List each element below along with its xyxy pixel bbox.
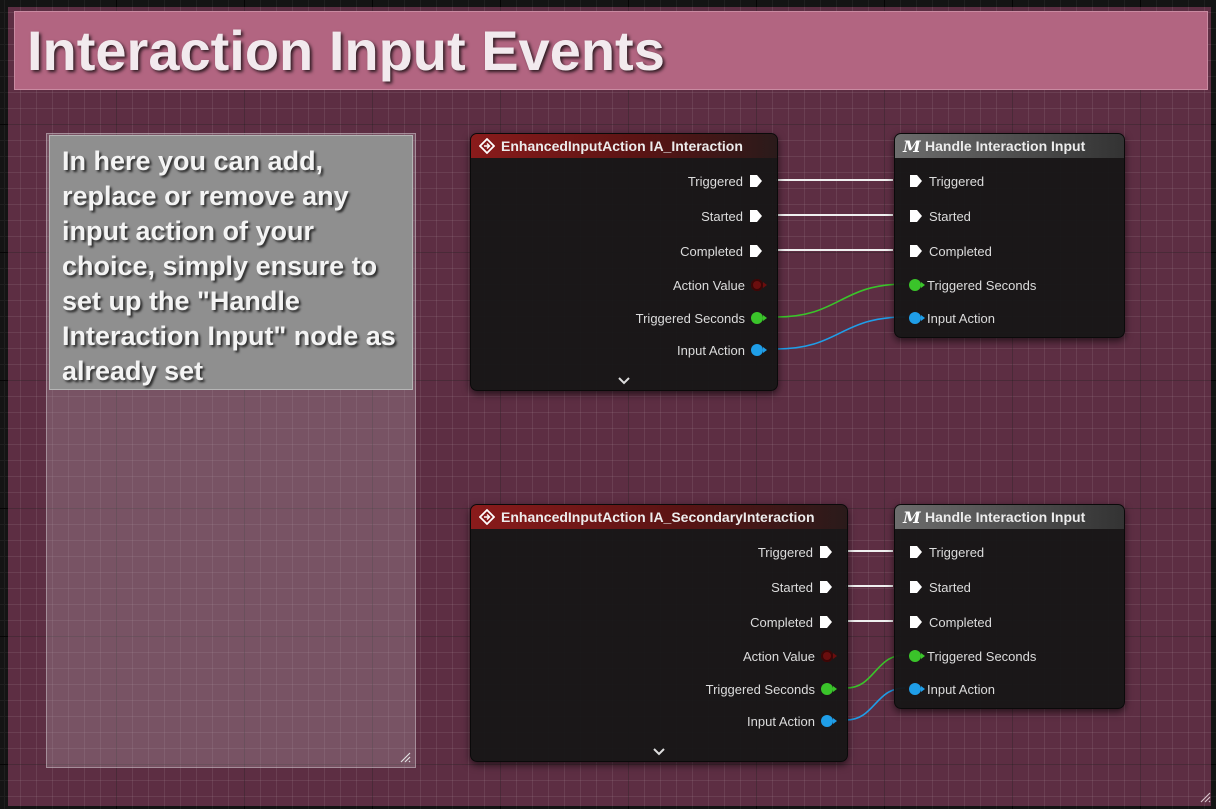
node-title: EnhancedInputAction IA_SecondaryInteract… [501,509,815,525]
pin-input-action[interactable]: Input Action [741,711,837,731]
pin-action-value[interactable]: Action Value [667,275,767,295]
pin-action-value[interactable]: Action Value [737,646,837,666]
exec-pin-icon[interactable] [909,545,923,559]
pin-label: Completed [750,614,813,630]
pin-label: Started [701,208,743,224]
exec-pin-icon[interactable] [749,209,763,223]
pin-started[interactable]: Started [765,577,833,597]
pin-completed[interactable]: Completed [744,612,833,632]
node-header[interactable]: M Handle Interaction Input [895,134,1124,158]
enhanced-input-action-node-interaction[interactable]: EnhancedInputAction IA_Interaction Trigg… [470,133,778,391]
node-header[interactable]: M Handle Interaction Input [895,505,1124,529]
object-pin-icon[interactable] [909,312,925,324]
pin-label: Triggered [929,173,985,189]
chevron-down-icon[interactable] [652,747,666,757]
exec-pin-icon[interactable] [909,209,923,223]
pin-label: Input Action [747,713,815,729]
pin-label: Started [771,579,813,595]
object-pin-icon[interactable] [821,715,837,727]
pin-triggered[interactable]: Triggered [909,171,990,191]
exec-pin-icon[interactable] [749,174,763,188]
pin-started[interactable]: Started [695,206,763,226]
pin-triggered-seconds[interactable]: Triggered Seconds [700,679,837,699]
enhanced-input-action-node-secondary[interactable]: EnhancedInputAction IA_SecondaryInteract… [470,504,848,762]
exec-pin-icon[interactable] [909,615,923,629]
pin-triggered-seconds[interactable]: Triggered Seconds [909,646,1042,666]
float-pin-icon[interactable] [909,650,925,662]
float-pin-icon[interactable] [751,312,767,324]
pin-label: Completed [929,614,992,630]
macro-m-icon: M [903,507,921,527]
exec-pin-icon[interactable] [819,545,833,559]
exec-pin-icon[interactable] [819,615,833,629]
event-diamond-icon [479,509,495,525]
pin-label: Input Action [677,342,745,358]
pin-triggered-seconds[interactable]: Triggered Seconds [909,275,1042,295]
struct-pin-icon[interactable] [821,650,837,662]
pin-label: Started [929,208,971,224]
object-pin-icon[interactable] [909,683,925,695]
node-header[interactable]: EnhancedInputAction IA_Interaction [471,134,777,158]
pin-label: Triggered [687,173,743,189]
node-title: Handle Interaction Input [925,509,1086,525]
pin-started[interactable]: Started [909,206,977,226]
pin-completed[interactable]: Completed [674,241,763,261]
exec-pin-icon[interactable] [749,244,763,258]
pin-label: Triggered Seconds [927,648,1037,664]
pin-input-action[interactable]: Input Action [671,340,767,360]
pin-triggered[interactable]: Triggered [752,542,833,562]
pin-triggered-seconds[interactable]: Triggered Seconds [630,308,767,328]
pin-completed[interactable]: Completed [909,612,998,632]
pin-label: Completed [680,243,743,259]
pin-label: Completed [929,243,992,259]
exec-pin-icon[interactable] [909,580,923,594]
exec-pin-icon[interactable] [819,580,833,594]
pin-label: Triggered Seconds [705,681,815,697]
object-pin-icon[interactable] [751,344,767,356]
node-header[interactable]: EnhancedInputAction IA_SecondaryInteract… [471,505,847,529]
exec-pin-icon[interactable] [909,244,923,258]
pin-input-action[interactable]: Input Action [909,308,1001,328]
float-wire[interactable] [775,283,906,318]
pin-label: Triggered [757,544,813,560]
handle-interaction-input-node[interactable]: M Handle Interaction Input Triggered Sta… [894,504,1125,709]
pin-completed[interactable]: Completed [909,241,998,261]
float-pin-icon[interactable] [821,683,837,695]
pin-label: Started [929,579,971,595]
handle-interaction-input-node[interactable]: M Handle Interaction Input Triggered Sta… [894,133,1125,338]
pin-started[interactable]: Started [909,577,977,597]
exec-pin-icon[interactable] [909,174,923,188]
struct-pin-icon[interactable] [751,279,767,291]
pin-label: Input Action [927,681,995,697]
pin-label: Action Value [672,277,745,293]
object-wire[interactable] [775,316,906,350]
chevron-down-icon[interactable] [617,376,631,386]
node-title: Handle Interaction Input [925,138,1086,154]
pin-triggered[interactable]: Triggered [682,171,763,191]
pin-label: Triggered Seconds [635,310,745,326]
macro-m-icon: M [903,136,921,156]
node-title: EnhancedInputAction IA_Interaction [501,138,743,154]
pin-label: Input Action [927,310,995,326]
pin-label: Triggered [929,544,985,560]
pin-triggered[interactable]: Triggered [909,542,990,562]
pin-label: Triggered Seconds [927,277,1037,293]
pin-input-action[interactable]: Input Action [909,679,1001,699]
pin-label: Action Value [742,648,815,664]
float-pin-icon[interactable] [909,279,925,291]
event-diamond-icon [479,138,495,154]
